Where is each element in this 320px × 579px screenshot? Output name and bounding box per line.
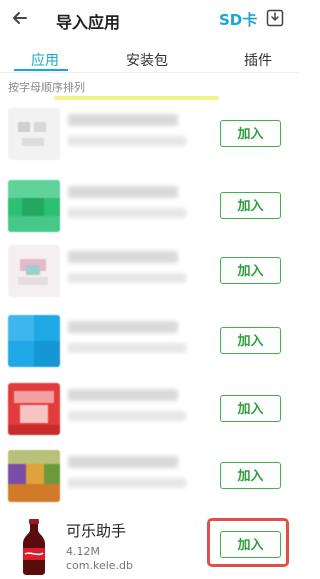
app-name: 可乐助手 [66,522,127,540]
add-button[interactable]: 加入 [220,462,281,489]
app-icon [8,245,60,297]
list-item: 加入 [0,307,299,374]
app-name-blurred [68,456,178,468]
sd-card-button[interactable]: SD卡 [219,9,257,30]
list-item: 加入 [0,100,299,167]
add-button[interactable]: 加入 [220,120,281,147]
app-meta-blurred [68,136,186,146]
tab-packages[interactable]: 安装包 [126,50,168,70]
app-meta-blurred [68,343,186,353]
list-item: 加入 [0,237,299,304]
list-item: 加入 [0,375,299,442]
app-icon [8,180,60,232]
add-button[interactable]: 加入 [220,395,281,422]
app-package: com.kele.db [66,559,134,572]
tab-divider [0,72,299,73]
list-item: 加入 [0,442,299,509]
app-icon [8,383,60,435]
add-button[interactable]: 加入 [220,192,281,219]
app-icon [8,315,60,367]
app-meta-blurred [68,273,186,283]
app-icon [8,108,60,160]
app-meta-blurred [68,411,186,421]
cola-bottle-icon [23,519,45,575]
app-size: 4.12M [66,545,100,558]
download-tray-icon[interactable] [266,9,284,27]
app-meta-blurred [68,208,186,218]
tab-indicator [14,69,68,71]
page-title: 导入应用 [56,13,121,32]
app-name-blurred [68,114,178,126]
tab-plugins[interactable]: 插件 [244,50,272,70]
app-meta-blurred [68,478,186,488]
tab-apps[interactable]: 应用 [31,50,59,70]
sort-label: 按字母顺序排列 [8,81,85,94]
app-name-blurred [68,389,178,401]
app-name-blurred [68,251,178,263]
app-icon [8,450,60,502]
arrow-left-icon[interactable] [10,8,30,28]
add-button[interactable]: 加入 [220,327,281,354]
add-button[interactable]: 加入 [220,257,281,284]
header: 导入应用 SD卡 [0,0,299,40]
app-name-blurred [68,186,178,198]
highlight-box [207,518,289,567]
app-name-blurred [68,321,178,333]
list-item: 加入 [0,172,299,239]
